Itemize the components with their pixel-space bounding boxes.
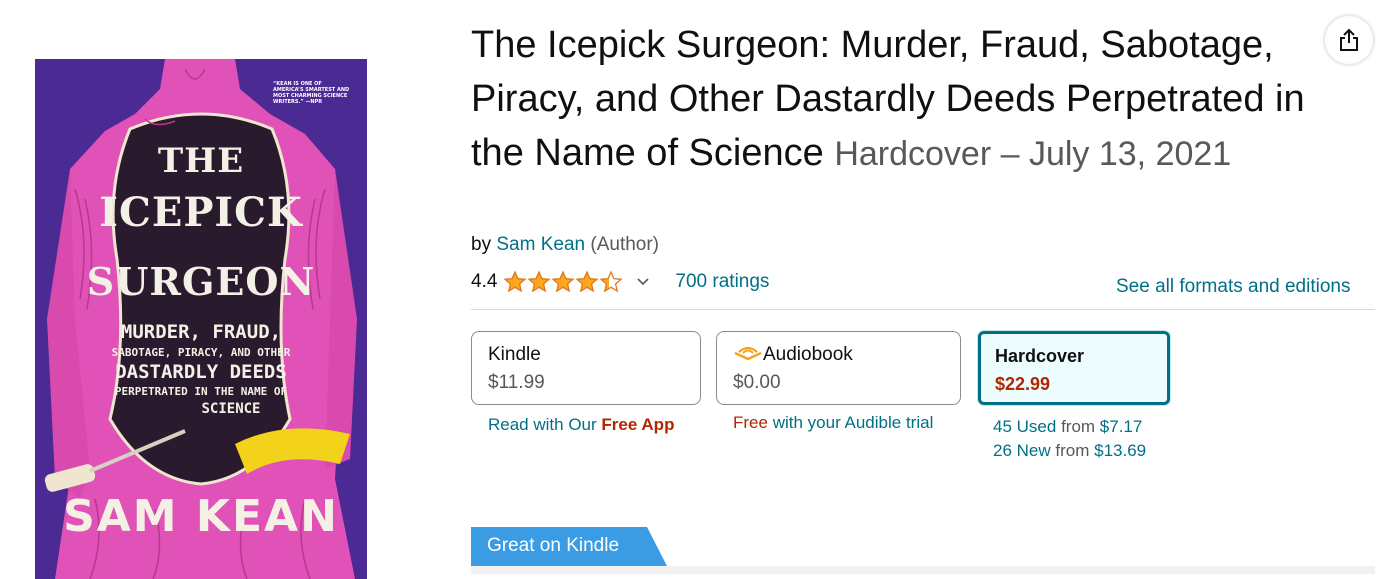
format-kindle[interactable]: Kindle $11.99 (471, 331, 701, 405)
kindle-note-prefix: Read with Our (488, 415, 597, 434)
byline-prefix: by (471, 234, 492, 255)
byline: by Sam Kean (Author) (471, 234, 659, 256)
format-price: $11.99 (488, 372, 545, 393)
cover-quote: “KEAN IS ONE OF AMERICA’S SMARTEST AND M… (273, 81, 350, 105)
audible-trial-link[interactable]: Free with your Audible trial (733, 413, 933, 433)
cover-title-line-3: SURGEON (86, 259, 316, 304)
star-icon (527, 270, 551, 293)
star-icon (575, 270, 599, 293)
used-offers-link[interactable]: 45 Used (993, 417, 1056, 436)
format-date: Hardcover – July 13, 2021 (834, 135, 1232, 173)
author-link[interactable]: Sam Kean (496, 234, 585, 255)
audible-note-free: Free (733, 413, 768, 432)
share-button[interactable] (1325, 16, 1373, 64)
kindle-note-strong: Free App (601, 415, 675, 434)
see-all-formats-link[interactable]: See all formats and editions (1116, 276, 1350, 298)
cover-text-layer: “KEAN IS ONE OF AMERICA’S SMARTEST AND M… (35, 59, 367, 579)
rating-value: 4.4 (471, 271, 498, 292)
new-price[interactable]: $13.69 (1094, 441, 1146, 460)
cover-subtitle-line-5: SCIENCE (201, 401, 261, 417)
cover-title-line-2: ICEPICK (99, 189, 303, 236)
format-name-row: Audiobook (733, 344, 944, 366)
kindle-section-strip (471, 566, 1375, 574)
format-hardcover-selected[interactable]: Hardcover $22.99 (978, 331, 1170, 405)
audible-note-rest: with your Audible trial (772, 413, 934, 432)
book-cover-image[interactable]: “KEAN IS ONE OF AMERICA’S SMARTEST AND M… (35, 59, 367, 579)
star-icon (551, 270, 575, 293)
cover-title-line-1: THE (157, 141, 245, 181)
ratings-count-link[interactable]: 700 ratings (675, 271, 769, 293)
hardcover-offers: 45 Used from $7.17 26 New from $13.69 (993, 415, 1146, 463)
badge-label: Great on Kindle (487, 535, 620, 556)
format-name: Audiobook (763, 344, 853, 365)
star-rating[interactable] (503, 270, 623, 294)
format-name: Kindle (488, 344, 541, 365)
used-from: from (1061, 417, 1096, 436)
format-name: Hardcover (995, 346, 1085, 366)
format-audiobook[interactable]: Audiobook $0.00 (716, 331, 961, 405)
format-price: $0.00 (733, 372, 781, 393)
used-price[interactable]: $7.17 (1100, 417, 1143, 436)
kindle-free-app-link[interactable]: Read with Our Free App (488, 415, 674, 435)
divider (471, 309, 1375, 310)
cover-subtitle-line-2: SABOTAGE, PIRACY, AND OTHER (111, 346, 291, 359)
cover-subtitle-line-1: MURDER, FRAUD, (120, 321, 282, 343)
cover-subtitle-line-3: DASTARDLY DEEDS (115, 361, 287, 383)
new-offers-link[interactable]: 26 New (993, 441, 1051, 460)
share-icon (1340, 28, 1358, 51)
author-role: (Author) (590, 234, 660, 255)
format-price: $22.99 (995, 374, 1051, 394)
new-from: from (1055, 441, 1090, 460)
star-icon (503, 270, 527, 293)
cover-subtitle-line-4: PERPETRATED IN THE NAME OF (114, 385, 288, 398)
audible-icon (734, 346, 762, 361)
product-title: The Icepick Surgeon: Murder, Fraud, Sabo… (471, 18, 1351, 181)
great-on-kindle-badge: Great on Kindle (471, 527, 671, 566)
rating-row: 4.4 700 ratings (471, 268, 769, 296)
chevron-down-icon[interactable] (637, 278, 649, 286)
star-icon (599, 270, 623, 293)
cover-author: SAM KEAN (63, 491, 339, 542)
used-offer-row: 45 Used from $7.17 (993, 415, 1146, 439)
new-offer-row: 26 New from $13.69 (993, 439, 1146, 463)
